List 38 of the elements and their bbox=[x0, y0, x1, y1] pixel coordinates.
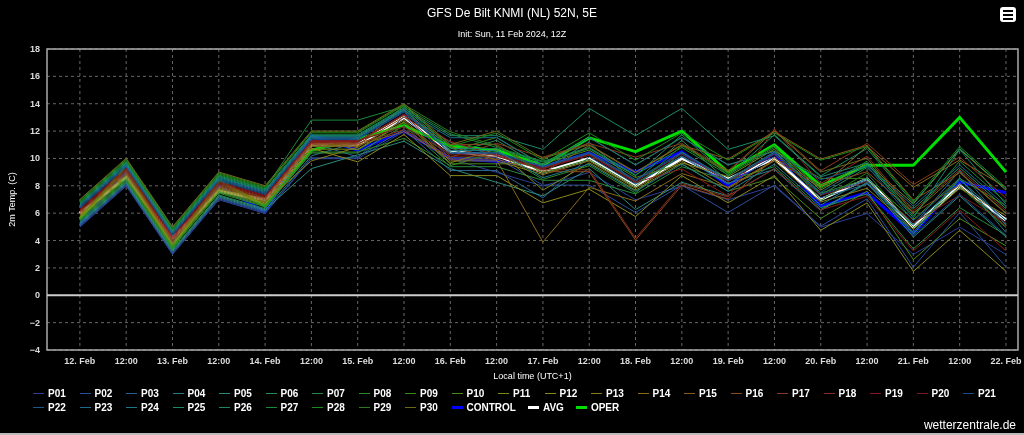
y-tick-label: 14 bbox=[30, 98, 40, 109]
x-axis-title: Local time (UTC+1) bbox=[493, 371, 572, 381]
x-tick-label: 12:00 bbox=[948, 356, 972, 366]
x-tick-label: 19. Feb bbox=[712, 356, 744, 366]
chart-subtitle: Init: Sun, 11 Feb 2024, 12Z bbox=[457, 28, 567, 40]
x-tick-label: 12:00 bbox=[114, 356, 138, 366]
x-tick-label: 17. Feb bbox=[527, 356, 559, 366]
x-tick-label: 12:00 bbox=[855, 356, 879, 366]
x-tick-label: 12:00 bbox=[762, 356, 786, 366]
y-tick-label: 0 bbox=[35, 290, 40, 301]
y-tick-label: −2 bbox=[29, 317, 40, 328]
x-tick-label: 12:00 bbox=[299, 356, 323, 366]
x-tick-label: 13. Feb bbox=[157, 356, 188, 366]
x-tick-label: 12:00 bbox=[577, 356, 601, 366]
x-tick-label: 16. Feb bbox=[434, 356, 466, 366]
x-tick-label: 21. Feb bbox=[897, 356, 929, 366]
x-tick-label: 12:00 bbox=[207, 356, 231, 366]
x-tick-label: 12:00 bbox=[485, 356, 509, 366]
chart-title: GFS De Bilt KNMI (NL) 52N, 5E bbox=[426, 5, 597, 21]
x-tick-label: 12. Feb bbox=[64, 356, 96, 366]
y-axis-title: 2m Temp. (C) bbox=[7, 172, 17, 227]
y-tick-label: 12 bbox=[30, 126, 40, 137]
y-tick-label: 8 bbox=[35, 180, 40, 191]
x-tick-label: 12:00 bbox=[670, 356, 694, 366]
credits-text: wetterzentrale.de bbox=[923, 418, 1016, 432]
x-tick-label: 12:00 bbox=[392, 356, 416, 366]
x-tick-label: 22. Feb bbox=[990, 356, 1022, 366]
y-tick-label: 18 bbox=[30, 44, 40, 54]
y-tick-label: 10 bbox=[30, 153, 40, 164]
y-tick-label: 4 bbox=[35, 235, 40, 246]
x-tick-label: 14. Feb bbox=[249, 356, 281, 366]
y-tick-label: 2 bbox=[35, 262, 40, 273]
y-tick-label: 6 bbox=[35, 208, 40, 219]
x-tick-label: 15. Feb bbox=[342, 356, 374, 366]
y-tick-label: 16 bbox=[30, 71, 40, 82]
x-tick-label: 20. Feb bbox=[805, 356, 837, 366]
y-tick-label: −4 bbox=[29, 345, 40, 355]
x-tick-label: 18. Feb bbox=[620, 356, 652, 366]
